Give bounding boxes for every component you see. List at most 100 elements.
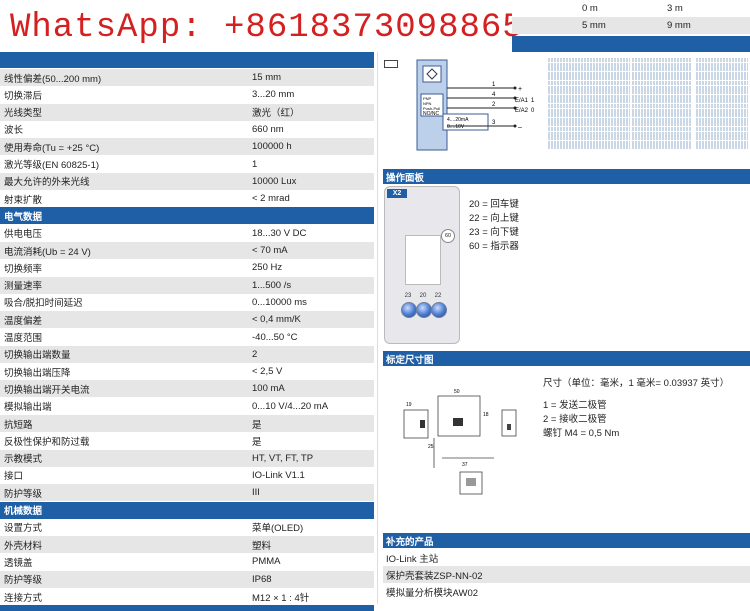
legend-row: [696, 103, 748, 108]
legend-row: [632, 80, 692, 85]
spec-label: 供电电压: [4, 229, 43, 241]
spec-row: 光线类型 激光（红）: [0, 103, 374, 121]
legend-row: [632, 140, 692, 145]
button-label: 22: [434, 293, 442, 299]
legend-row: [696, 58, 748, 62]
pin-label: 3: [492, 120, 496, 126]
legend-row: [632, 117, 692, 122]
legend-row: [548, 103, 630, 108]
spec-value: 1: [252, 158, 258, 170]
up-button[interactable]: [431, 302, 447, 318]
legend-row: [632, 122, 692, 127]
legend-row: [548, 126, 630, 131]
legend-row: [632, 76, 692, 81]
spec-row: 接口 IO-Link V1.1: [0, 466, 374, 484]
analog-label: 4....20mA: [447, 117, 469, 123]
legend-row: [696, 90, 748, 95]
distance-row: 5 mm 9 mm: [512, 17, 750, 34]
spec-row: 模拟输出端 0...10 V/4...20 mA: [0, 397, 374, 415]
spec-value: M12 × 1 : 4针: [252, 592, 310, 604]
spec-row: 波长 660 nm: [0, 120, 374, 138]
pin-label: 1: [492, 82, 496, 88]
spec-label: 吸合/脱扣时间延迟: [4, 298, 83, 310]
output-type-label: NO/NC: [423, 111, 440, 117]
spec-value: 15 mm: [252, 72, 282, 83]
spec-value: 18...30 V DC: [252, 227, 307, 239]
bottom-view-detail: [466, 478, 476, 486]
legend-row: [696, 62, 748, 67]
spec-value: 2: [252, 348, 258, 360]
legend-row: [548, 131, 630, 136]
legend-row: [696, 71, 748, 76]
legend-row: [548, 140, 630, 145]
legend-row: [548, 90, 630, 95]
spec-row: 吸合/脱扣时间延迟 0...10000 ms: [0, 293, 374, 311]
distance-table: 0 m 3 m 5 mm 9 mm: [512, 0, 750, 34]
button-label: 23: [404, 293, 412, 299]
panel-legend-item: 60 = 指示器: [469, 241, 519, 252]
spec-row: 使用寿命(Tu = +25 °C) 100000 h: [0, 138, 374, 156]
end-view: [501, 409, 517, 437]
legend-row: [548, 80, 630, 85]
enter-button[interactable]: [416, 302, 432, 318]
legend-row: [696, 80, 748, 85]
dimension-label: 25: [428, 444, 434, 450]
spec-label: 波长: [4, 125, 24, 137]
spec-label: 防护等级: [4, 575, 43, 587]
spec-value: 0...10000 ms: [252, 296, 307, 308]
spec-value: 100 mA: [252, 383, 285, 395]
spec-row: 切换频率 250 Hz: [0, 259, 374, 277]
spec-value: 1...500 /s: [252, 279, 292, 291]
legend-row: [632, 99, 692, 104]
spec-value: < 70 mA: [252, 245, 288, 256]
legend-row: [696, 113, 748, 118]
legend-row: [548, 62, 630, 67]
lens-window: [453, 418, 463, 426]
down-button[interactable]: [401, 302, 417, 318]
wire-legend-table-3: [696, 58, 748, 158]
spec-row: 抗短路 是: [0, 415, 374, 432]
spec-label: 测量速率: [4, 281, 43, 293]
legend-row: [548, 85, 630, 90]
panel-legend-item: 23 = 向下键: [469, 227, 519, 238]
spec-value: IO-Link V1.1: [252, 469, 305, 481]
spec-label: 设置方式: [4, 523, 43, 535]
section-title: 机械数据: [4, 506, 43, 517]
spec-label: 切换输出端开关电流: [4, 384, 90, 396]
pin-label: 2: [492, 102, 496, 108]
dimension-label: 18: [483, 412, 489, 418]
spec-value: -40...50 °C: [252, 331, 298, 343]
spec-label: 使用寿命(Tu = +25 °C): [4, 142, 100, 154]
spec-label: 光线类型: [4, 108, 43, 120]
panel-legend-item: 20 = 回车键: [469, 199, 519, 210]
legend-row: [696, 67, 748, 72]
spec-value: < 2 mrad: [252, 193, 290, 205]
legend-row: [632, 85, 692, 90]
spec-row: 温度范围 -40...50 °C: [0, 328, 374, 346]
legend-row: [548, 136, 630, 141]
spec-value: 菜单(OLED): [252, 523, 304, 535]
spec-label: 反极性保护和防过载: [4, 436, 90, 448]
spec-row: 透镜盖 PMMA: [0, 553, 374, 571]
legend-row: [548, 76, 630, 81]
spec-row: 线性偏差(50...200 mm) 15 mm: [0, 69, 374, 86]
accessory-item[interactable]: 模拟量分析模块AW02: [386, 585, 478, 599]
legend-row: [632, 90, 692, 95]
legend-row: [696, 126, 748, 131]
spec-row: 切换输出端压降 < 2,5 V: [0, 363, 374, 381]
legend-row: [548, 113, 630, 118]
accessory-item[interactable]: IO-Link 主站: [386, 551, 438, 565]
indicator-led: 60: [441, 229, 455, 243]
spec-value: 660 nm: [252, 123, 284, 135]
side-window: [420, 420, 425, 428]
distance-cell: 5 mm: [582, 20, 606, 31]
legend-row: [548, 67, 630, 72]
mark-label: 0: [531, 108, 535, 114]
legend-row: [548, 94, 630, 99]
spec-label: 温度范围: [4, 333, 43, 344]
accessory-item[interactable]: 保护壳套装ZSP-NN-02: [386, 568, 483, 582]
control-panel: X2 60 23 20 22: [384, 186, 460, 344]
legend-row: [632, 145, 692, 150]
legend-row: [696, 99, 748, 104]
whatsapp-watermark: WhatsApp: +8618373098865: [0, 4, 523, 52]
